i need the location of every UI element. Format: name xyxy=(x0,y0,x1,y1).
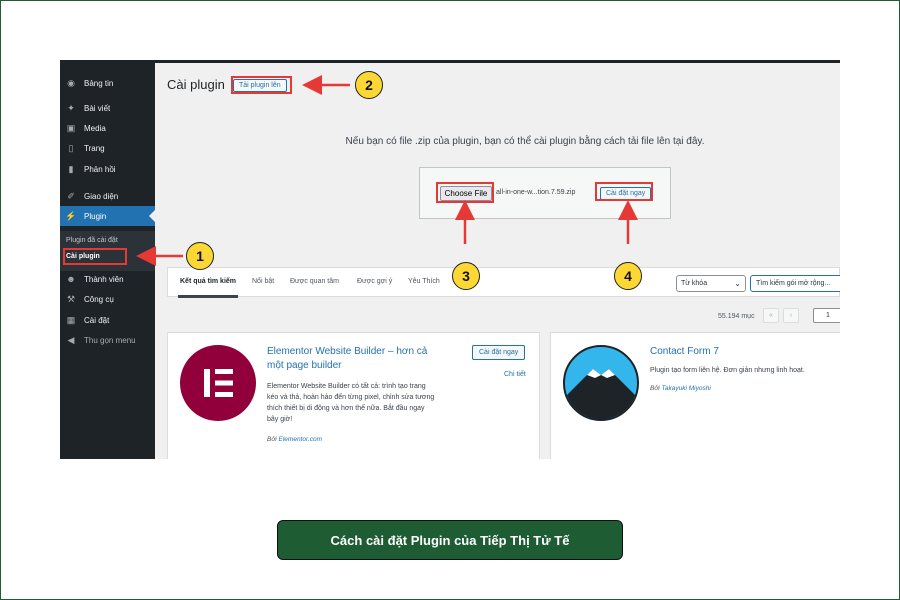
callout-badge-3: 3 xyxy=(452,262,480,290)
annotation-arrows xyxy=(136,75,638,266)
callout-badge-1: 1 xyxy=(186,242,214,270)
caption-banner: Cách cài đặt Plugin của Tiếp Thị Tử Tế xyxy=(277,520,623,560)
callout-badge-4: 4 xyxy=(614,262,642,290)
callout-badge-2: 2 xyxy=(355,71,383,99)
